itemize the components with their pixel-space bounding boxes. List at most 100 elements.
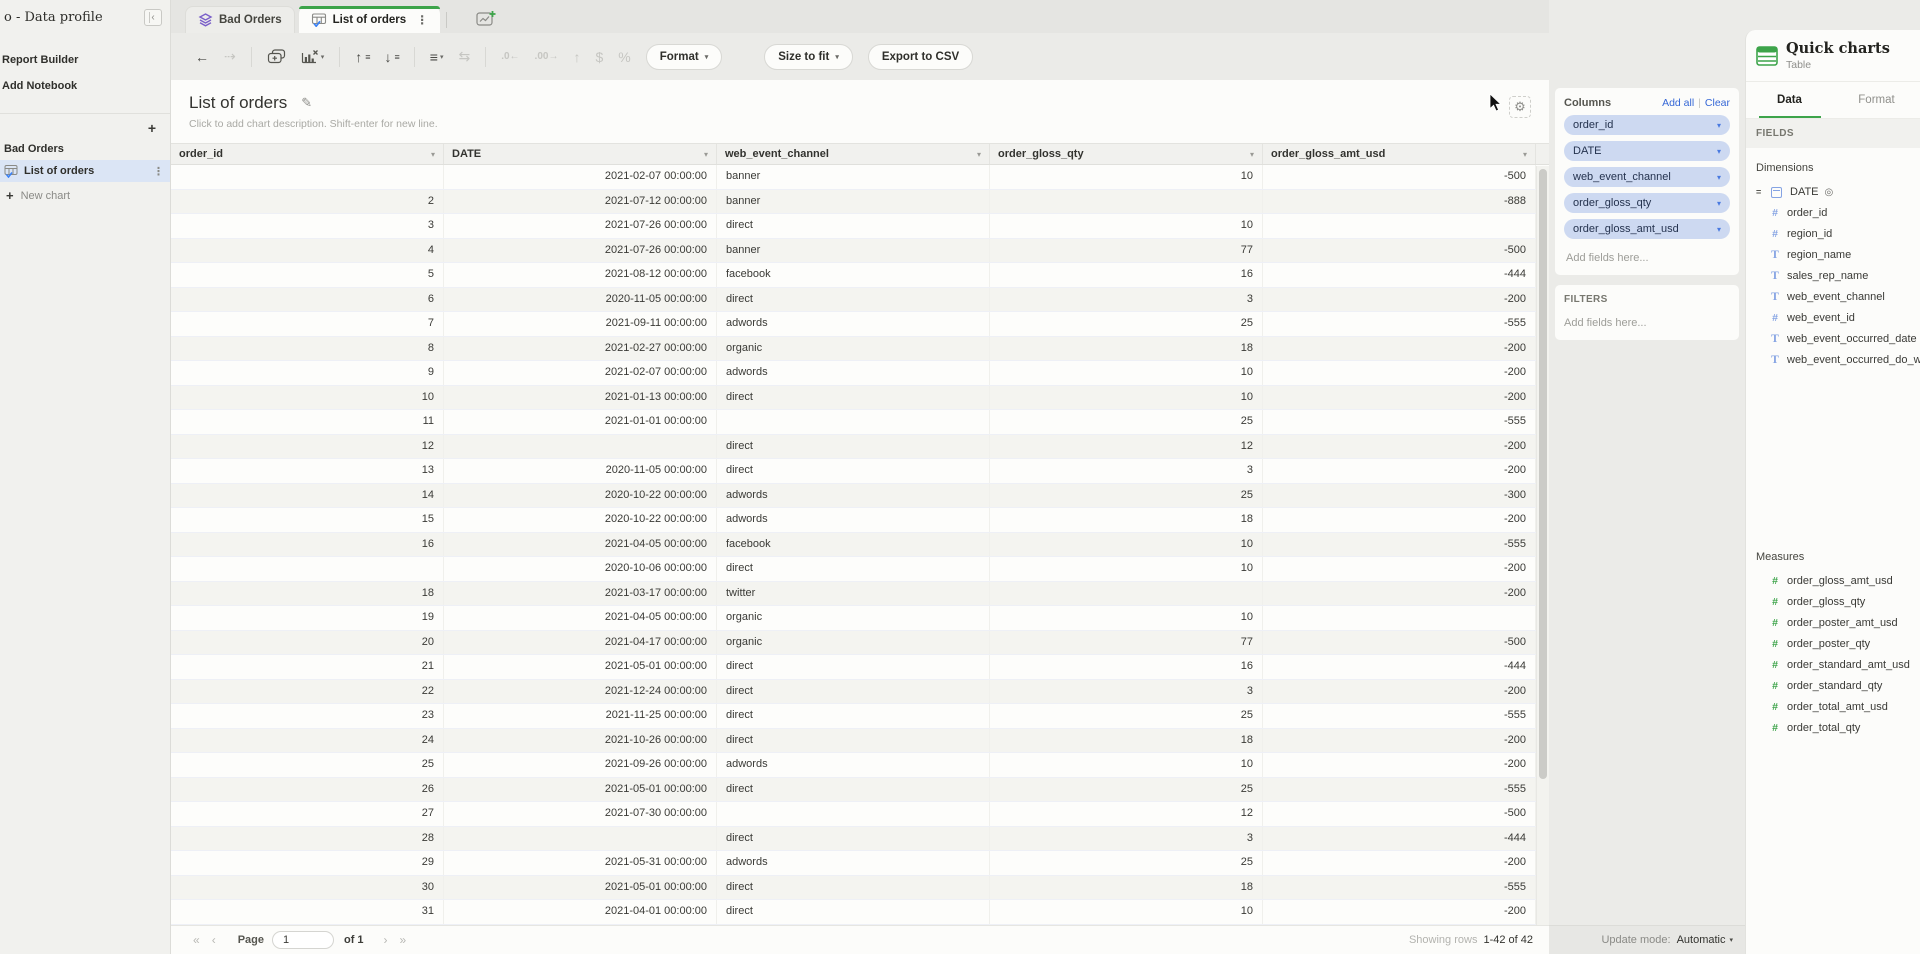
cell-order-gloss-qty[interactable]: 18 [990, 508, 1263, 532]
cell-web-event-channel[interactable]: direct [717, 900, 990, 924]
cell-order-id[interactable]: 22 [171, 680, 444, 704]
table-row[interactable]: 25 2021-09-26 00:00:00 adwords 10 -200 [171, 753, 1549, 778]
table-row[interactable]: 18 2021-03-17 00:00:00 twitter -200 [171, 582, 1549, 607]
cell-web-event-channel[interactable]: direct [717, 214, 990, 238]
next-page-button[interactable]: › [384, 933, 388, 947]
cell-date[interactable]: 2021-07-26 00:00:00 [444, 239, 717, 263]
cell-web-event-channel[interactable]: adwords [717, 312, 990, 336]
table-row[interactable]: 30 2021-05-01 00:00:00 direct 18 -555 [171, 876, 1549, 901]
cell-date[interactable]: 2021-04-05 00:00:00 [444, 533, 717, 557]
cell-order-gloss-qty[interactable]: 10 [990, 361, 1263, 385]
cell-order-gloss-qty[interactable]: 10 [990, 900, 1263, 924]
currency-format-button[interactable]: $ [595, 49, 603, 65]
cell-web-event-channel[interactable]: facebook [717, 263, 990, 287]
cell-order-gloss-amt-usd[interactable]: -444 [1263, 827, 1536, 851]
cell-order-gloss-qty[interactable]: 12 [990, 435, 1263, 459]
cell-order-id[interactable]: 31 [171, 900, 444, 924]
cell-date[interactable]: 2021-09-11 00:00:00 [444, 312, 717, 336]
table-row[interactable]: 26 2021-05-01 00:00:00 direct 25 -555 [171, 778, 1549, 803]
prev-page-button[interactable]: ‹ [212, 933, 216, 947]
cell-date[interactable]: 2021-01-01 00:00:00 [444, 410, 717, 434]
cell-date[interactable]: 2021-02-07 00:00:00 [444, 165, 717, 189]
cell-order-gloss-amt-usd[interactable]: -555 [1263, 704, 1536, 728]
cell-order-id[interactable]: 23 [171, 704, 444, 728]
cell-web-event-channel[interactable]: direct [717, 557, 990, 581]
dimension-field-row[interactable]: = web_event_id ◎ [1746, 308, 1920, 329]
column-header[interactable]: DATE ▾ [444, 144, 717, 164]
element-title[interactable]: List of orders [189, 93, 287, 113]
dimension-field-row[interactable]: = order_id ◎ [1746, 203, 1920, 224]
sidebar-collapse-button[interactable]: ‹ [144, 9, 162, 26]
cell-web-event-channel[interactable]: organic [717, 337, 990, 361]
column-menu-caret-icon[interactable]: ▾ [977, 150, 981, 159]
cell-order-gloss-qty[interactable]: 25 [990, 778, 1263, 802]
edit-title-icon[interactable]: ✎ [301, 95, 312, 111]
cell-web-event-channel[interactable]: twitter [717, 582, 990, 606]
table-row[interactable]: 11 2021-01-01 00:00:00 25 -555 [171, 410, 1549, 435]
cell-order-id[interactable]: 15 [171, 508, 444, 532]
cell-order-gloss-qty[interactable]: 25 [990, 704, 1263, 728]
table-scrollbar[interactable] [1536, 166, 1549, 925]
cell-date[interactable]: 2021-04-05 00:00:00 [444, 606, 717, 630]
dimension-field-row[interactable]: = web_event_channel ◎ [1746, 287, 1920, 308]
cell-order-gloss-amt-usd[interactable]: -500 [1263, 239, 1536, 263]
table-row[interactable]: 23 2021-11-25 00:00:00 direct 25 -555 [171, 704, 1549, 729]
cell-order-gloss-amt-usd[interactable]: -200 [1263, 900, 1536, 924]
first-page-button[interactable]: « [193, 933, 200, 947]
update-mode-select[interactable]: Automatic ▾ [1677, 934, 1733, 946]
cell-order-gloss-qty[interactable]: 3 [990, 288, 1263, 312]
add-page-button[interactable]: + [148, 122, 156, 134]
cell-date[interactable]: 2021-05-01 00:00:00 [444, 778, 717, 802]
cell-order-id[interactable]: 20 [171, 631, 444, 655]
cell-web-event-channel[interactable]: direct [717, 288, 990, 312]
cell-order-gloss-qty[interactable]: 25 [990, 312, 1263, 336]
cell-order-id[interactable]: 2 [171, 190, 444, 214]
table-row[interactable]: 22 2021-12-24 00:00:00 direct 3 -200 [171, 680, 1549, 705]
table-row[interactable]: 27 2021-07-30 00:00:00 12 -500 [171, 802, 1549, 827]
cell-web-event-channel[interactable]: adwords [717, 484, 990, 508]
column-header[interactable]: web_event_channel ▾ [717, 144, 990, 164]
sidebar-nav-item[interactable]: Add Notebook [0, 73, 170, 99]
cell-order-id[interactable]: 9 [171, 361, 444, 385]
cell-order-gloss-amt-usd[interactable]: -200 [1263, 361, 1536, 385]
table-row[interactable]: 7 2021-09-11 00:00:00 adwords 25 -555 [171, 312, 1549, 337]
cell-date[interactable]: 2021-07-12 00:00:00 [444, 190, 717, 214]
measure-field-row[interactable]: order_standard_qty [1746, 676, 1920, 697]
cell-order-gloss-amt-usd[interactable]: -500 [1263, 631, 1536, 655]
cell-order-id[interactable]: 28 [171, 827, 444, 851]
cell-order-gloss-qty[interactable] [990, 190, 1263, 214]
cell-order-gloss-qty[interactable]: 10 [990, 557, 1263, 581]
cell-web-event-channel[interactable]: direct [717, 655, 990, 679]
cell-web-event-channel[interactable]: direct [717, 435, 990, 459]
cell-order-gloss-qty[interactable]: 25 [990, 484, 1263, 508]
cell-web-event-channel[interactable]: direct [717, 680, 990, 704]
column-menu-caret-icon[interactable]: ▾ [431, 150, 435, 159]
cell-web-event-channel[interactable]: banner [717, 239, 990, 263]
cell-order-gloss-qty[interactable]: 25 [990, 410, 1263, 434]
wrap-text-button[interactable]: ⇆ [458, 48, 470, 65]
cell-order-gloss-amt-usd[interactable]: -200 [1263, 337, 1536, 361]
cell-web-event-channel[interactable]: adwords [717, 753, 990, 777]
page-menu-icon[interactable]: ⋮ [153, 165, 164, 178]
cell-date[interactable]: 2021-03-17 00:00:00 [444, 582, 717, 606]
table-row[interactable]: 6 2020-11-05 00:00:00 direct 3 -200 [171, 288, 1549, 313]
cell-date[interactable]: 2020-10-22 00:00:00 [444, 484, 717, 508]
column-header[interactable]: order_gloss_qty ▾ [990, 144, 1263, 164]
cell-web-event-channel[interactable]: adwords [717, 508, 990, 532]
undo-button[interactable]: ← [195, 49, 209, 65]
table-row[interactable]: 8 2021-02-27 00:00:00 organic 18 -200 [171, 337, 1549, 362]
cell-order-id[interactable]: 12 [171, 435, 444, 459]
cell-date[interactable] [444, 827, 717, 851]
dimension-field-row[interactable]: = region_id ◎ [1746, 224, 1920, 245]
measure-field-row[interactable]: order_gloss_qty [1746, 592, 1920, 613]
table-row[interactable]: 2 2021-07-12 00:00:00 banner -888 [171, 190, 1549, 215]
table-row[interactable]: 31 2021-04-01 00:00:00 direct 10 -200 [171, 900, 1549, 925]
table-row[interactable]: 15 2020-10-22 00:00:00 adwords 18 -200 [171, 508, 1549, 533]
cell-order-gloss-amt-usd[interactable]: -300 [1263, 484, 1536, 508]
cell-order-gloss-amt-usd[interactable]: -555 [1263, 312, 1536, 336]
cell-web-event-channel[interactable]: direct [717, 778, 990, 802]
cell-order-gloss-qty[interactable]: 10 [990, 753, 1263, 777]
percent-format-button[interactable]: % [618, 49, 630, 65]
table-row[interactable]: 19 2021-04-05 00:00:00 organic 10 [171, 606, 1549, 631]
cell-order-id[interactable]: 27 [171, 802, 444, 826]
